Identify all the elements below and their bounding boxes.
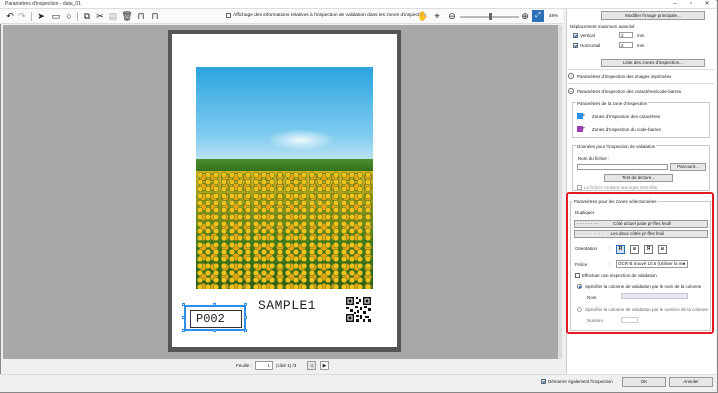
measure-icon[interactable]: ⌖ <box>431 10 443 22</box>
minimize-icon[interactable]: – <box>667 0 683 9</box>
vertical-checkbox[interactable] <box>573 33 578 38</box>
page-info: (côté 1) /3 <box>276 363 297 368</box>
toolbar: ↶ ↷ ➤ ▭ ○ ⧉ ✂ ▤ 🗑 ⊓ ⊓ Affichage des info… <box>0 9 563 24</box>
barcode-zone-label: Zones d'inspection du code-barres <box>592 127 661 132</box>
previous-page-button[interactable]: ◀ <box>307 361 316 370</box>
horizontal-label: Horizontal <box>580 43 601 48</box>
resize-handle[interactable] <box>182 303 185 306</box>
read-test-button[interactable]: Test de lecture... <box>604 174 673 182</box>
hand-tool-icon[interactable]: ✋ <box>417 10 429 22</box>
char-zone-label: Zones d'inspection des caractères <box>592 114 661 119</box>
zone-params-title: Paramètres de la zone d'inspection <box>576 101 649 106</box>
horizontal-unit: mm <box>637 43 645 48</box>
maximize-icon[interactable]: ▫ <box>683 0 699 9</box>
undo-icon[interactable]: ↶ <box>4 10 16 22</box>
resize-handle[interactable] <box>244 303 247 306</box>
resize-handle[interactable] <box>182 316 185 319</box>
chevron-down-icon[interactable]: ▾ <box>583 126 585 130</box>
section-chars-barcodes[interactable]: Paramètres d'inspection des caractères/c… <box>577 89 681 94</box>
horizontal-checkbox[interactable] <box>573 43 578 48</box>
highlight-box <box>566 192 714 334</box>
sample-text[interactable]: SAMPLE1 <box>258 298 316 313</box>
header-line-label: Le fichier contient une ligne d'en-tête <box>584 185 658 190</box>
copy-icon[interactable]: ⧉ <box>81 10 93 22</box>
validation-data-title: Données pour l'inspection de validation <box>576 144 657 149</box>
zoom-percent: 49% <box>549 13 559 18</box>
file-name-input[interactable] <box>577 164 668 170</box>
vertical-scrollbar[interactable] <box>558 25 562 359</box>
sunflower-photo <box>196 67 373 289</box>
close-icon[interactable]: ✕ <box>699 0 715 9</box>
lock-icon[interactable]: ⊓ <box>135 10 147 22</box>
redo-icon[interactable]: ↷ <box>16 10 28 22</box>
zoom-out-icon[interactable]: ⊖ <box>446 10 458 22</box>
selected-field-text[interactable]: P002 <box>196 312 225 326</box>
delete-icon[interactable]: 🗑 <box>121 10 133 22</box>
vertical-input[interactable]: 2 <box>619 32 633 38</box>
zoom-in-icon[interactable]: ⊕ <box>519 10 531 22</box>
window-title: Paramètres d'inspection - data_01 <box>5 1 81 7</box>
cut-icon[interactable]: ✂ <box>94 10 106 22</box>
overlay-label: Affichage des informations relatives à l… <box>233 13 426 18</box>
start-inspection-label: Démarrer également l'inspection <box>548 379 613 384</box>
qr-code[interactable] <box>345 296 372 323</box>
resize-handle[interactable] <box>182 329 185 332</box>
ok-button[interactable]: OK <box>622 377 666 387</box>
ellipse-tool-icon[interactable]: ○ <box>63 10 75 22</box>
unlock-icon[interactable]: ⊓ <box>149 10 161 22</box>
resize-handle[interactable] <box>244 316 247 319</box>
next-page-button[interactable]: ▶ <box>320 361 329 370</box>
horizontal-input[interactable]: 2 <box>619 42 633 48</box>
zone-params-group <box>572 102 710 138</box>
chevron-down-icon[interactable]: ▾ <box>583 113 585 117</box>
file-name-label: Nom du fichier : <box>578 156 610 161</box>
pager-label: Feuille : <box>236 363 252 368</box>
vertical-label: Vertical <box>580 33 595 38</box>
resize-handle[interactable] <box>213 329 216 332</box>
expand-icon[interactable]: › <box>568 73 574 79</box>
zoom-slider-thumb[interactable] <box>489 13 492 20</box>
section-printed-images[interactable]: Paramètres d'inspection des images impri… <box>577 74 671 79</box>
zone-list-button[interactable]: Liste des zones d'inspection... <box>601 59 705 67</box>
rectangle-tool-icon[interactable]: ▭ <box>50 10 62 22</box>
title-bar: Paramètres d'inspection - data_01 – ▫ ✕ <box>0 0 716 9</box>
pointer-icon[interactable]: ➤ <box>35 10 47 22</box>
resize-handle[interactable] <box>244 329 247 332</box>
modify-image-button[interactable]: Modifier l'image principale... <box>601 11 705 20</box>
offset-title: Déplacement maximum autorisé <box>570 24 635 29</box>
fit-page-icon[interactable]: ⤢ <box>532 10 544 22</box>
vertical-unit: mm <box>637 33 645 38</box>
cancel-button[interactable]: Annuler <box>669 377 713 387</box>
start-inspection-checkbox[interactable] <box>541 379 546 384</box>
header-line-checkbox[interactable] <box>577 185 582 190</box>
collapse-icon[interactable]: ⌄ <box>568 88 574 94</box>
overlay-checkbox[interactable] <box>226 13 231 18</box>
resize-handle[interactable] <box>213 303 216 306</box>
paste-icon[interactable]: ▤ <box>107 10 119 22</box>
page-number-input[interactable]: 1 <box>255 361 273 370</box>
browse-button[interactable]: Parcourir... <box>670 163 706 171</box>
